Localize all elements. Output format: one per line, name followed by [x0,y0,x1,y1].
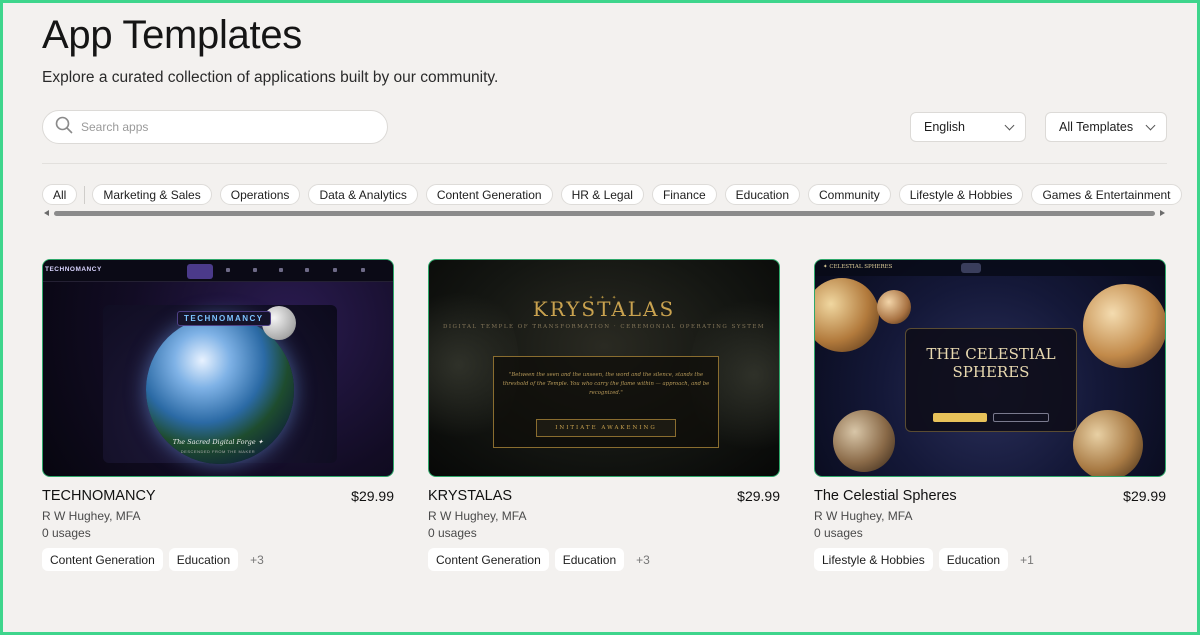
thumb-nav-active [187,264,213,279]
search-box[interactable] [42,110,388,144]
app-usages: 0 usages [428,526,477,540]
language-dropdown-label: English [924,120,965,134]
thumb-brand: TECHNOMANCY [45,266,102,273]
category-chips: All Marketing & Sales Operations Data & … [42,184,1182,205]
scrollbar-thumb[interactable] [54,211,1155,216]
app-card[interactable]: ✦ ✦ ✦ KRYSTALAS DIGITAL TEMPLE OF TRANSF… [428,259,780,571]
thumb-primary-button [933,413,987,422]
category-chip-lifestyle-hobbies[interactable]: Lifestyle & Hobbies [898,184,1024,205]
category-chip-finance[interactable]: Finance [651,184,717,205]
app-tag: Lifestyle & Hobbies [814,548,933,571]
app-author: R W Hughey, MFA [814,509,913,523]
language-dropdown[interactable]: English [910,112,1026,142]
search-icon [55,116,73,139]
app-tag: Education [168,548,239,571]
thumb-caption: The Sacred Digital Forge ✦ [172,438,264,446]
thumb-title: KRYSTALAS [532,297,676,321]
planet-image [815,278,879,352]
category-chip-content-generation[interactable]: Content Generation [425,184,553,205]
app-tag: Education [938,548,1009,571]
thumb-brand: ✦ CELESTIAL SPHERES [823,264,893,270]
app-title[interactable]: TECHNOMANCY [42,488,156,504]
category-chip-all[interactable]: All [42,184,78,205]
divider [42,163,1167,164]
category-chip-operations[interactable]: Operations [219,184,301,205]
app-card[interactable]: ✦ CELESTIAL SPHERES THE CELESTIAL SPHERE… [814,259,1166,571]
app-tags: Lifestyle & Hobbies Education +1 [814,548,1034,571]
app-tag: Content Generation [42,548,163,571]
chip-separator [84,185,86,204]
category-chip-marketing-sales[interactable]: Marketing & Sales [92,184,212,205]
thumb-hero-box: THE CELESTIAL SPHERES [905,328,1077,432]
more-tags-count: +3 [250,552,264,567]
nav-icon [333,268,337,272]
category-scrollbar[interactable] [42,208,1167,218]
template-filter-label: All Templates [1059,120,1134,134]
app-author: R W Hughey, MFA [428,509,527,523]
category-chip-community[interactable]: Community [808,184,891,205]
thumb-badge: TECHNOMANCY [177,311,271,326]
category-chip-hr-legal[interactable]: HR & Legal [560,184,644,205]
app-tags: Content Generation Education +3 [428,548,650,571]
thumb-quote: "Between the seen and the unseen, the wo… [502,372,710,396]
thumb-nav-active [961,263,981,273]
app-title[interactable]: The Celestial Spheres [814,488,957,504]
app-tag: Content Generation [428,548,549,571]
category-chip-education[interactable]: Education [724,184,801,205]
thumb-subcaption: DESCENDED FROM THE MAKER [180,449,256,454]
template-filter-dropdown[interactable]: All Templates [1045,112,1167,142]
more-tags-count: +1 [1020,552,1034,567]
app-thumbnail[interactable]: TECHNOMANCY TECHNOMANCY The Sacred Digit… [42,259,394,477]
thumb-subtitle: DIGITAL TEMPLE OF TRANSFORMATION · CEREM… [442,324,766,330]
page-title: App Templates [42,13,302,57]
planet-image [833,410,895,472]
search-input[interactable] [81,120,331,134]
app-price: $29.99 [351,488,394,504]
planet-image [877,290,911,324]
planet-image [1083,284,1165,368]
thumb-quote-box: "Between the seen and the unseen, the wo… [493,356,719,448]
nav-icon [361,268,365,272]
page-subtitle: Explore a curated collection of applicat… [42,69,499,86]
chevron-down-icon [1145,120,1156,130]
app-thumbnail[interactable]: ✦ CELESTIAL SPHERES THE CELESTIAL SPHERE… [814,259,1166,477]
more-tags-count: +3 [636,552,650,567]
category-chip-games-entertainment[interactable]: Games & Entertainment [1031,184,1182,205]
app-price: $29.99 [737,488,780,504]
app-usages: 0 usages [814,526,863,540]
app-author: R W Hughey, MFA [42,509,141,523]
app-tags: Content Generation Education +3 [42,548,264,571]
thumb-secondary-button [993,413,1049,422]
scroll-left-arrow-icon[interactable] [44,210,49,216]
app-usages: 0 usages [42,526,91,540]
nav-icon [279,268,283,272]
initiate-awakening-button: INITIATE AWAKENING [536,419,676,437]
nav-icon [253,268,257,272]
app-thumbnail[interactable]: ✦ ✦ ✦ KRYSTALAS DIGITAL TEMPLE OF TRANSF… [428,259,780,477]
nav-icon [305,268,309,272]
app-tag: Education [554,548,625,571]
app-price: $29.99 [1123,488,1166,504]
nav-icon [226,268,230,272]
category-chip-data-analytics[interactable]: Data & Analytics [308,184,418,205]
thumb-title: THE CELESTIAL SPHERES [926,345,1056,381]
thumb-navbar: ✦ CELESTIAL SPHERES [815,260,1165,276]
app-title[interactable]: KRYSTALAS [428,488,512,504]
scroll-right-arrow-icon[interactable] [1160,210,1165,216]
chevron-down-icon [1004,120,1015,130]
thumb-navbar: TECHNOMANCY [43,260,393,282]
planet-image [1073,410,1143,476]
app-card[interactable]: TECHNOMANCY TECHNOMANCY The Sacred Digit… [42,259,394,571]
